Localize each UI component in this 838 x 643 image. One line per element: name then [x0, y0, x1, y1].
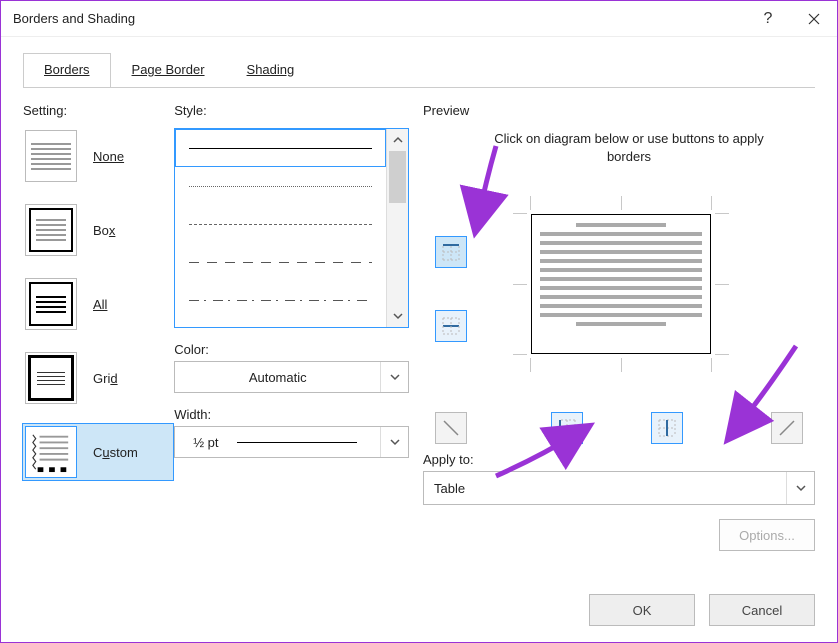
border-diag-down-button[interactable]	[435, 412, 467, 444]
border-left-icon	[557, 418, 577, 438]
border-diag-down-icon	[441, 418, 461, 438]
ok-button[interactable]: OK	[589, 594, 695, 626]
help-button[interactable]: ?	[745, 1, 791, 37]
chevron-down-icon	[796, 483, 806, 493]
titlebar: Borders and Shading ?	[1, 1, 837, 37]
color-value: Automatic	[175, 370, 380, 385]
setting-panel: Setting: None Box All	[23, 99, 174, 551]
preview-hint: Click on diagram below or use buttons to…	[423, 124, 815, 174]
window-title: Borders and Shading	[13, 11, 745, 26]
custom-icon	[25, 426, 77, 478]
scroll-down-icon[interactable]	[387, 305, 408, 327]
tab-shading[interactable]: Shading	[226, 53, 316, 88]
style-dotted[interactable]	[175, 167, 386, 205]
width-combo-button[interactable]	[380, 427, 408, 457]
borders-shading-dialog: Borders and Shading ? Borders Page Borde…	[0, 0, 838, 643]
setting-custom[interactable]: Custom	[23, 424, 173, 480]
dialog-footer: OK Cancel	[589, 594, 815, 626]
setting-none[interactable]: None	[23, 128, 173, 184]
options-button: Options...	[719, 519, 815, 551]
chevron-down-icon	[390, 372, 400, 382]
color-combo-button[interactable]	[380, 362, 408, 392]
tab-page-border[interactable]: Page Border	[111, 53, 226, 88]
apply-to-combo[interactable]: Table	[423, 471, 815, 505]
border-left-button[interactable]	[551, 412, 583, 444]
grid-icon	[25, 352, 77, 404]
setting-grid[interactable]: Grid	[23, 350, 173, 406]
scroll-thumb[interactable]	[389, 151, 406, 203]
cancel-button[interactable]: Cancel	[709, 594, 815, 626]
none-icon	[25, 130, 77, 182]
apply-to-button[interactable]	[786, 472, 814, 504]
style-list[interactable]	[174, 128, 409, 328]
border-vmid-icon	[657, 418, 677, 438]
border-hmid-button[interactable]	[435, 310, 467, 342]
box-icon	[25, 204, 77, 256]
style-scrollbar[interactable]	[386, 129, 408, 327]
style-solid[interactable]	[175, 129, 386, 167]
preview-diagram[interactable]	[531, 214, 711, 354]
width-value: ½ pt	[193, 435, 218, 450]
style-dash-long[interactable]	[175, 243, 386, 281]
close-button[interactable]	[791, 1, 837, 37]
style-dash-short[interactable]	[175, 205, 386, 243]
width-combo[interactable]: ½ pt	[174, 426, 409, 458]
setting-label: Setting:	[23, 103, 174, 118]
close-icon	[808, 13, 820, 25]
chevron-down-icon	[390, 437, 400, 447]
all-icon	[25, 278, 77, 330]
border-top-button[interactable]	[435, 236, 467, 268]
border-top-icon	[441, 242, 461, 262]
scroll-up-icon[interactable]	[387, 129, 408, 151]
border-diag-up-icon	[777, 418, 797, 438]
apply-to-value: Table	[424, 481, 786, 496]
tab-borders[interactable]: Borders	[23, 53, 111, 88]
border-vmid-button[interactable]	[651, 412, 683, 444]
preview-panel: Preview Click on diagram below or use bu…	[423, 99, 815, 551]
border-hmid-icon	[441, 316, 461, 336]
style-panel: Style: Color: Automatic	[174, 99, 423, 551]
border-diag-up-button[interactable]	[771, 412, 803, 444]
setting-box[interactable]: Box	[23, 202, 173, 258]
tabs: Borders Page Border Shading	[1, 37, 837, 88]
preview-label: Preview	[423, 103, 815, 118]
setting-all[interactable]: All	[23, 276, 173, 332]
preview-area	[423, 174, 815, 434]
style-dash-dot[interactable]	[175, 281, 386, 319]
color-combo[interactable]: Automatic	[174, 361, 409, 393]
